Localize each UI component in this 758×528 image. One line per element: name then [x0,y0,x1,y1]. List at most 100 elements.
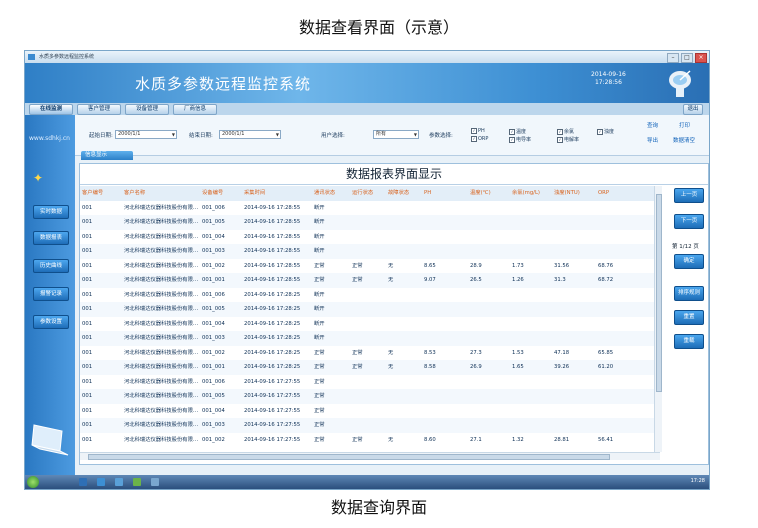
sidebar-item-realtime-data[interactable]: 实时数据 [33,205,69,219]
table-cell: 001_004 [202,407,225,414]
table-cell: 正常 [314,436,325,443]
table-cell: 无 [388,436,394,443]
end-date-picker[interactable]: 2000/1/1 ▼ [219,130,281,139]
horizontal-scrollbar[interactable] [80,452,660,460]
column-header: ORP [598,190,610,196]
table-cell: 28.81 [554,436,570,443]
table-row[interactable]: 001 河北科瑞达仪器科技股份有限… 001_006 2014-09-16 17:27… [80,375,660,390]
param-checkbox-temperature[interactable]: ✓ 温度 [509,128,526,135]
taskbar-app-icon[interactable] [79,478,87,486]
export-link[interactable]: 导出 [647,136,658,144]
table-cell: 断开 [314,233,325,240]
taskbar-app-icon[interactable] [97,478,105,486]
laptop-icon [31,424,69,456]
tab-vendor-info[interactable]: 厂商信息 [173,104,217,115]
scrollbar-thumb[interactable] [656,194,662,392]
close-button[interactable]: × [695,53,707,63]
sidebar-item-data-report[interactable]: 数据报表 [33,231,69,245]
table-row[interactable]: 001 河北科瑞达仪器科技股份有限… 001_004 2014-09-16 17:27… [80,404,660,419]
sidebar-logo: www.sdhkj.cn [29,135,70,142]
next-page-button[interactable]: 下一页 [674,214,704,229]
column-header: 余氯(mg/L) [512,190,540,196]
param-checkbox-ph[interactable]: ✓ PH [471,128,485,134]
clear-data-link[interactable]: 数据清空 [673,136,695,144]
table-row[interactable]: 001 河北科瑞达仪器科技股份有限… 001_004 2014-09-16 17:28… [80,230,660,245]
taskbar-app-icon[interactable] [115,478,123,486]
exit-button[interactable]: 退出 [683,104,703,115]
column-header: 客户编号 [82,190,104,196]
table-cell: 河北科瑞达仪器科技股份有限… [124,306,199,312]
scrollbar-thumb[interactable] [88,454,610,460]
table-cell: 001 [82,436,93,443]
sidebar: www.sdhkj.cn ✦ 实时数据 数据报表 历史曲线 报警记录 参数设置 [25,115,75,475]
table-row[interactable]: 001 河北科瑞达仪器科技股份有限… 001_001 2014-09-16 17:28… [80,360,660,375]
table-row[interactable]: 001 河北科瑞达仪器科技股份有限… 001_002 2014-09-16 17:28… [80,346,660,361]
confirm-button[interactable]: 确定 [674,254,704,269]
print-link[interactable]: 打印 [679,121,690,129]
param-checkbox-electrolysis[interactable]: ✓ 电解率 [557,136,579,143]
table-row[interactable]: 001 河北科瑞达仪器科技股份有限… 001_004 2014-09-16 17:28… [80,317,660,332]
param-checkbox-chlorine[interactable]: ✓ 余氯 [557,128,574,135]
table-row[interactable]: 001 河北科瑞达仪器科技股份有限… 001_001 2014-09-16 17:28… [80,273,660,288]
table-row[interactable]: 001 河北科瑞达仪器科技股份有限… 001_003 2014-09-16 17:27… [80,418,660,433]
window-controls: – □ × [667,53,707,63]
table-cell: 2014-09-16 17:28:55 [244,219,301,225]
table-cell: 47.18 [554,349,570,356]
tab-device-management[interactable]: 设备管理 [125,104,169,115]
prev-page-button[interactable]: 上一页 [674,188,704,203]
start-date-picker[interactable]: 2000/1/1 ▼ [115,130,177,139]
param-checkbox-conductivity[interactable]: ✓ 电导率 [509,136,531,143]
table-cell: 正常 [314,349,325,356]
table-cell: 001_004 [202,320,225,327]
minimize-button[interactable]: – [667,53,679,63]
column-header: 客户名称 [124,190,146,196]
table-cell: 001 [82,422,93,428]
table-row[interactable]: 001 河北科瑞达仪器科技股份有限… 001_006 2014-09-16 17:28… [80,201,660,216]
table-cell: 断开 [314,320,325,327]
table-cell: 8.65 [424,262,436,269]
taskbar-app-icon[interactable] [133,478,141,486]
reload-button[interactable]: 重载 [674,334,704,349]
satellite-dish-icon [669,70,691,97]
taskbar-app-icon[interactable] [151,478,159,486]
table-cell: 2014-09-16 17:27:55 [244,378,301,385]
table-row[interactable]: 001 河北科瑞达仪器科技股份有限… 001_002 2014-09-16 17:28… [80,259,660,274]
start-button[interactable] [27,476,39,488]
table-cell: 001 [82,364,93,370]
table-cell: 正常 [314,277,325,283]
column-header: 采集时间 [244,190,266,196]
user-select[interactable]: 所有 ▼ [373,130,419,139]
table-row[interactable]: 001 河北科瑞达仪器科技股份有限… 001_006 2014-09-16 17:28… [80,288,660,303]
sort-rule-button[interactable]: 排序规则 [674,286,704,301]
tab-online-monitoring[interactable]: 在线监测 [29,104,73,115]
param-checkbox-orp[interactable]: ✓ ORP [471,136,488,142]
tab-customer-management[interactable]: 客户管理 [77,104,121,115]
table-cell: 9.07 [424,277,436,283]
sidebar-item-alarm-records[interactable]: 报警记录 [33,287,69,301]
table-cell: 001_004 [202,233,225,240]
maximize-button[interactable]: □ [681,53,693,63]
table-row[interactable]: 001 河北科瑞达仪器科技股份有限… 001_002 2014-09-16 17:27… [80,433,660,448]
table-row[interactable]: 001 河北科瑞达仪器科技股份有限… 001_003 2014-09-16 17:28… [80,244,660,259]
table-cell: 001_001 [202,364,225,370]
table-row[interactable]: 001 河北科瑞达仪器科技股份有限… 001_003 2014-09-16 17:28… [80,331,660,346]
table-cell: 河北科瑞达仪器科技股份有限… [124,320,199,327]
data-table: 客户编号 客户名称 设备编号 采集时间 通讯状态 运行状态 故障状态 PH 温度(℃) 余氯(mg… [80,186,660,452]
column-header: PH [424,190,432,196]
vertical-scrollbar[interactable] [654,186,662,452]
table-cell: 河北科瑞达仪器科技股份有限… [124,291,199,298]
table-row[interactable]: 001 河北科瑞达仪器科技股份有限… 001_005 2014-09-16 17:28… [80,215,660,230]
table-row[interactable]: 001 河北科瑞达仪器科技股份有限… 001_005 2014-09-16 17:28… [80,302,660,317]
window-title: 水质多参数远程监控系统 [39,54,95,60]
sidebar-item-parameter-settings[interactable]: 参数设置 [33,315,69,329]
table-row[interactable]: 001 河北科瑞达仪器科技股份有限… 001_005 2014-09-16 17:27… [80,389,660,404]
column-header: 故障状态 [388,190,410,196]
end-date-value: 2000/1/1 [222,131,245,137]
sidebar-item-history-curve[interactable]: 历史曲线 [33,259,69,273]
table-cell: 001_001 [202,277,225,283]
reset-button[interactable]: 重置 [674,310,704,325]
query-link[interactable]: 查询 [647,121,658,129]
table-cell: 河北科瑞达仪器科技股份有限… [124,262,199,269]
info-display-tab[interactable]: 信息显示 [81,151,133,160]
param-checkbox-turbidity[interactable]: ✓ 浊度 [597,128,614,135]
